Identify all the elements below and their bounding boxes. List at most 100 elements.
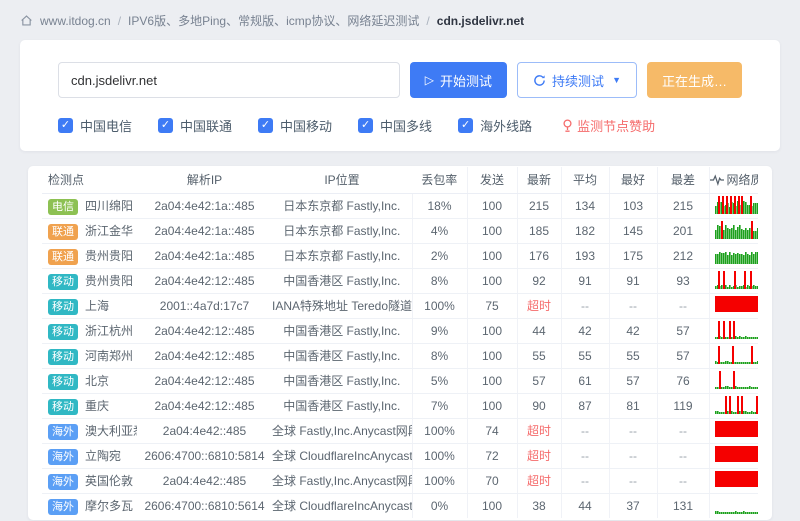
ip-location: 全球 Fastly,Inc.Anycast网段 [272,418,412,443]
avg-latency: 61 [561,368,609,393]
ip-location: 日本东京都 Fastly,Inc. [272,243,412,268]
table-row: 海外英国伦敦2a04:4e42::485全球 Fastly,Inc.Anycas… [42,468,758,493]
worst-latency: 57 [657,343,709,368]
network-quality-cell [709,443,758,468]
checkbox-line-3[interactable]: ✓中国多线 [358,116,432,135]
checkbox-line-1[interactable]: ✓ 中国联通 [158,116,232,135]
continuous-test-button[interactable]: 持续测试 ▼ [517,62,637,98]
worst-latency: 201 [657,218,709,243]
ip-location: 日本东京都 Fastly,Inc. [272,193,412,218]
pulse-icon [710,174,724,186]
network-quality-cell [709,218,758,243]
checkbox-line-2[interactable]: ✓中国移动 [258,116,332,135]
test-panel: ▷ 开始测试 持续测试 ▼ 正在生成… ✓中国电信 ✓ 中国联通 ✓中国移动 ✓中国多线… [20,40,780,151]
avg-latency: 193 [561,243,609,268]
worst-latency: -- [657,418,709,443]
resolved-ip: 2a04:4e42:1a::485 [137,193,272,218]
column-header: 最好 [609,167,657,193]
table-row: 移动河南郑州2a04:4e42:12::485中国香港区 Fastly,Inc.… [42,343,758,368]
loss-rate: 0% [412,493,467,518]
checkbox-label: 中国多线 [380,116,432,135]
network-quality-chart [715,244,759,264]
avg-latency: 44 [561,493,609,518]
avg-latency: 91 [561,268,609,293]
host-input[interactable] [58,62,400,98]
table-row: 移动浙江杭州2a04:4e42:12::485中国香港区 Fastly,Inc.… [42,318,758,343]
start-test-button[interactable]: ▷ 开始测试 [410,62,507,98]
sponsor-icon [562,119,573,132]
table-body: 电信四川绵阳2a04:4e42:1a::485日本东京都 Fastly,Inc.… [42,193,758,518]
carrier-badge: 电信 [48,199,78,215]
node-name: 河南郑州 [85,349,133,363]
best-latency: 145 [609,218,657,243]
sent-count: 70 [467,468,517,493]
carrier-badge: 海外 [48,499,78,515]
node-cell: 海外澳大利亚悉尼 [42,418,137,443]
best-latency: -- [609,293,657,318]
ip-location: 中国香港区 Fastly,Inc. [272,268,412,293]
network-quality-chart [715,269,759,289]
checkbox-checked-icon: ✓ [158,118,173,133]
sponsor-link[interactable]: 监测节点赞助 [562,116,655,135]
column-header: 解析IP [137,167,272,193]
ip-location: 全球 CloudflareIncAnycast网段 [272,443,412,468]
worst-latency: 76 [657,368,709,393]
resolved-ip: 2a04:4e42:12::485 [137,393,272,418]
breadcrumb-separator: / [118,14,121,28]
node-cell: 电信四川绵阳 [42,193,137,218]
resolved-ip: 2a04:4e42:12::485 [137,368,272,393]
breadcrumb: www.itdog.cn / IPV6版、多地Ping、常规版、icmp协议、网… [0,0,800,40]
column-header: IP位置 [272,167,412,193]
resolved-ip: 2a04:4e42:12::485 [137,318,272,343]
latest-latency: 90 [517,393,561,418]
table-header-row: 检测点解析IPIP位置丢包率发送最新平均最好最差网络质量 [42,167,758,193]
column-header: 最新 [517,167,561,193]
best-latency: 103 [609,193,657,218]
breadcrumb-current: cdn.jsdelivr.net [437,14,524,28]
node-name: 摩尔多瓦 [85,499,133,513]
worst-latency: 119 [657,393,709,418]
ip-location: 中国香港区 Fastly,Inc. [272,318,412,343]
chevron-down-icon: ▼ [612,75,621,85]
generating-button[interactable]: 正在生成… [647,62,742,98]
line-filters: ✓中国电信 ✓ 中国联通 ✓中国移动 ✓中国多线 ✓海外线路 监测节点赞助 [58,116,742,135]
checkbox-line-0[interactable]: ✓中国电信 [58,116,132,135]
network-quality-cell [709,193,758,218]
resolved-ip: 2001::4a7d:17c7 [137,293,272,318]
best-latency: -- [609,468,657,493]
resolved-ip: 2a04:4e42:1a::485 [137,243,272,268]
avg-latency: 55 [561,343,609,368]
column-header: 发送 [467,167,517,193]
network-quality-cell [709,268,758,293]
carrier-badge: 移动 [48,324,78,340]
best-latency: 37 [609,493,657,518]
checkbox-label: 中国联通 [180,116,232,135]
resolved-ip: 2a04:4e42:12::485 [137,268,272,293]
ip-location: 全球 Fastly,Inc.Anycast网段 [272,468,412,493]
breadcrumb-site[interactable]: www.itdog.cn [40,14,111,28]
node-name: 浙江金华 [85,224,133,238]
carrier-badge: 移动 [48,399,78,415]
node-cell: 移动浙江杭州 [42,318,137,343]
best-latency: 57 [609,368,657,393]
worst-latency: 215 [657,193,709,218]
node-name: 贵州贵阳 [85,274,133,288]
network-quality-cell [709,243,758,268]
resolved-ip: 2a04:4e42:1a::485 [137,218,272,243]
breadcrumb-path[interactable]: IPV6版、多地Ping、常规版、icmp协议、网络延迟测试 [128,12,419,29]
network-quality-chart [715,469,759,489]
network-quality-chart [715,294,759,314]
latest-latency: 215 [517,193,561,218]
worst-latency: 131 [657,493,709,518]
start-test-label: 开始测试 [440,71,492,90]
worst-latency: 57 [657,318,709,343]
network-quality-cell [709,318,758,343]
sent-count: 100 [467,218,517,243]
node-cell: 联通贵州贵阳 [42,243,137,268]
loss-rate: 100% [412,468,467,493]
checkbox-line-4[interactable]: ✓海外线路 [458,116,532,135]
avg-latency: 134 [561,193,609,218]
sent-count: 100 [467,493,517,518]
column-header-label: 网络质量 [727,173,759,187]
resolved-ip: 2a04:4e42::485 [137,418,272,443]
